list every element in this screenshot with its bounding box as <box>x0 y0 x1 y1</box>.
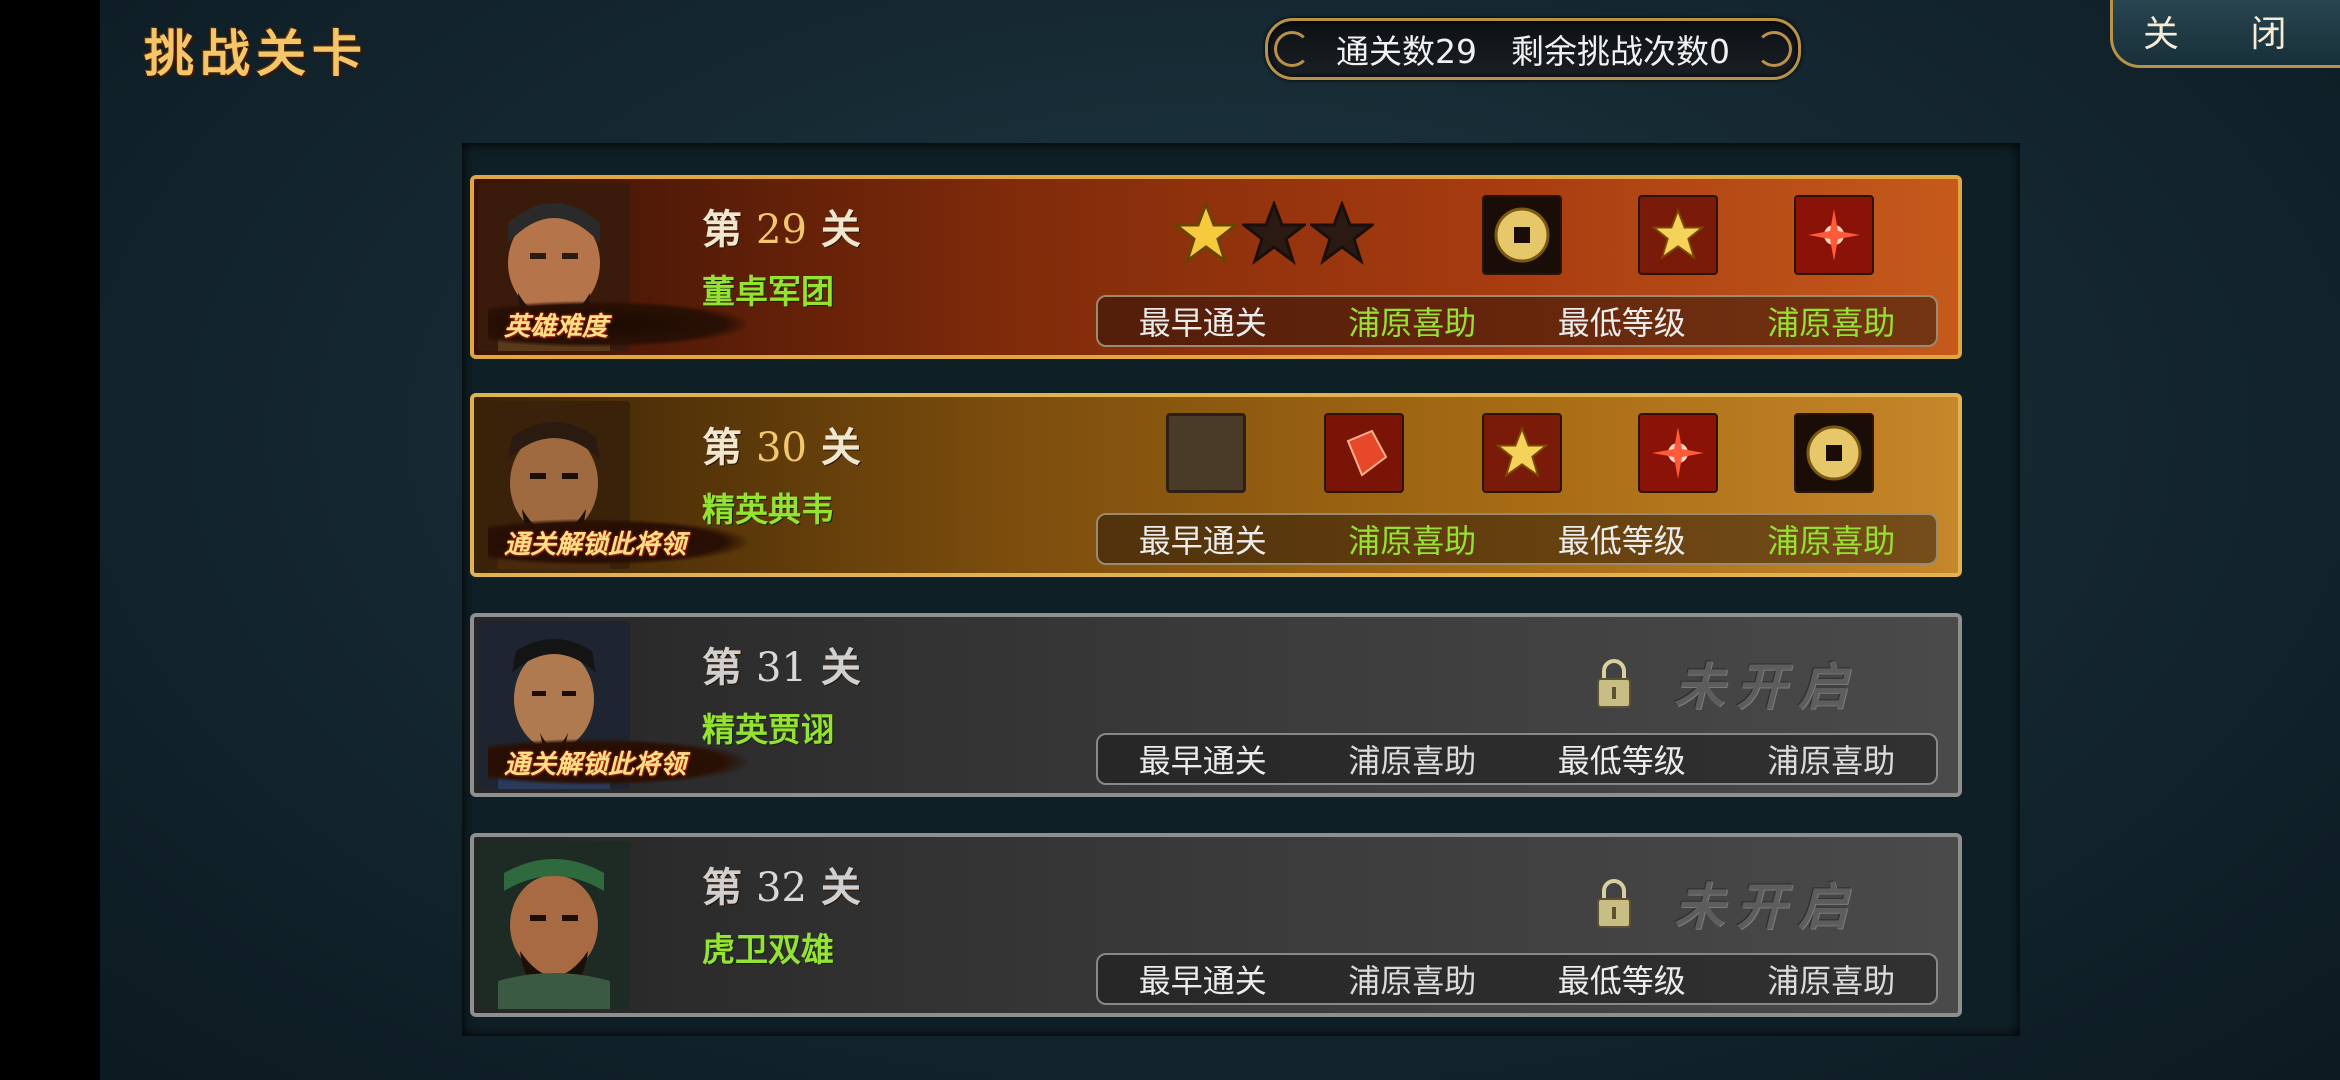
red-burst-icon[interactable] <box>1794 195 1874 275</box>
game-screen: 挑战关卡 通关数29 剩余挑战次数0 关 闭 英雄难度 第 29 关 董卓军团 … <box>100 0 2340 1080</box>
record-bar: 最早通关 浦原喜助 最低等级 浦原喜助 <box>1096 513 1938 565</box>
star-empty-icon <box>1242 201 1306 265</box>
empty-reward-slot <box>1166 413 1246 493</box>
coin-icon[interactable] <box>1794 413 1874 493</box>
exp-star-icon[interactable] <box>1482 413 1562 493</box>
ornament-right-icon <box>1756 31 1792 67</box>
stage-list: 英雄难度 第 29 关 董卓军团 最早通关 浦原喜助 最低等级 浦原喜助 通关解… <box>462 143 2020 1036</box>
portrait-huwei <box>478 841 630 1009</box>
star-earned-icon <box>1174 201 1238 265</box>
stage-row-31[interactable]: 通关解锁此将领 第 31 关 精英贾诩 未开启 最早通关 浦原喜助 最低等级 浦… <box>470 613 1962 797</box>
stage-number: 第 29 关 <box>702 206 861 253</box>
not-open-label: 未开启 <box>1674 877 1860 936</box>
stage-row-32[interactable]: 第 32 关 虎卫双雄 未开启 最早通关 浦原喜助 最低等级 浦原喜助 <box>470 833 1962 1017</box>
exp-star-icon[interactable] <box>1638 195 1718 275</box>
ornament-left-icon <box>1274 31 1310 67</box>
record-bar: 最早通关 浦原喜助 最低等级 浦原喜助 <box>1096 953 1938 1005</box>
red-gem-icon[interactable] <box>1324 413 1404 493</box>
remaining-attempts: 剩余挑战次数0 <box>1511 32 1730 71</box>
stage-row-30[interactable]: 通关解锁此将领 第 30 关 精英典韦 最早通关 浦原喜助 最低等级 浦原喜助 <box>470 393 1962 577</box>
star-empty-icon <box>1310 201 1374 265</box>
cleared-count: 通关数29 <box>1336 32 1477 71</box>
lock-icon <box>1597 659 1631 708</box>
close-button[interactable]: 关 闭 <box>2110 0 2340 68</box>
record-bar: 最早通关 浦原喜助 最低等级 浦原喜助 <box>1096 295 1938 347</box>
page-title: 挑战关卡 <box>144 24 368 83</box>
stage-number: 第 30 关 <box>702 424 861 471</box>
stage-name: 精英贾诩 <box>702 710 834 749</box>
stage-number: 第 31 关 <box>702 644 861 691</box>
stage-number: 第 32 关 <box>702 864 861 911</box>
star-rating <box>1174 201 1374 265</box>
record-bar: 最早通关 浦原喜助 最低等级 浦原喜助 <box>1096 733 1938 785</box>
locked-indicator: 未开启 <box>1594 647 1860 719</box>
stage-row-29[interactable]: 英雄难度 第 29 关 董卓军团 最早通关 浦原喜助 最低等级 浦原喜助 <box>470 175 1962 359</box>
not-open-label: 未开启 <box>1674 657 1860 716</box>
stage-name: 虎卫双雄 <box>702 930 834 969</box>
stage-name: 董卓军团 <box>702 272 834 311</box>
red-burst-icon[interactable] <box>1638 413 1718 493</box>
stats-bar: 通关数29 剩余挑战次数0 <box>1265 18 1801 80</box>
stage-name: 精英典韦 <box>702 490 834 529</box>
lock-icon <box>1597 879 1631 928</box>
coin-icon[interactable] <box>1482 195 1562 275</box>
locked-indicator: 未开启 <box>1594 867 1860 939</box>
